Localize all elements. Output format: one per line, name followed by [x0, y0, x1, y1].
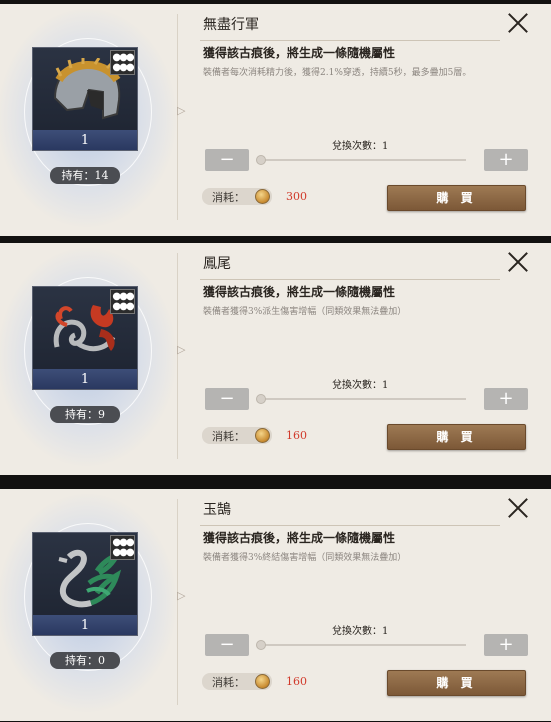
- coin-icon: [255, 428, 270, 443]
- increase-button[interactable]: +: [484, 634, 528, 656]
- owned-count-badge: 持有：0: [50, 652, 120, 669]
- item-panel: ●●● ●●● 1 持有：0 ▷ 玉鵠 獲得該古痕後，將生成一條隨機屬性 裝備者獲…: [0, 489, 551, 721]
- increase-button[interactable]: +: [484, 149, 528, 171]
- item-title: 玉鵠: [203, 502, 231, 518]
- item-level: 1: [80, 133, 90, 148]
- cost-value: 300: [286, 190, 307, 203]
- item-card[interactable]: ●●● ●●● 1: [32, 286, 138, 390]
- title-underline: [200, 40, 500, 41]
- item-card[interactable]: ●●● ●●● 1: [32, 532, 138, 636]
- coin-icon: [255, 189, 270, 204]
- expand-arrow-icon[interactable]: ▷: [177, 104, 185, 117]
- close-icon[interactable]: [507, 497, 529, 519]
- coin-icon: [255, 674, 270, 689]
- title-underline: [200, 525, 500, 526]
- buy-button[interactable]: 購 買: [387, 424, 526, 450]
- exchange-count: 兌換次數：1: [332, 626, 389, 637]
- owned-count-badge: 持有：14: [50, 167, 120, 184]
- buy-button[interactable]: 購 買: [387, 185, 526, 211]
- expand-arrow-icon[interactable]: ▷: [177, 343, 185, 356]
- expand-arrow-icon[interactable]: ▷: [177, 589, 185, 602]
- quantity-slider-track[interactable]: [258, 159, 466, 161]
- effect-heading: 獲得該古痕後，將生成一條隨機屬性: [203, 531, 396, 545]
- divider: [177, 499, 178, 705]
- cost-label: 消耗：: [212, 676, 245, 689]
- quantity-slider-track[interactable]: [258, 644, 466, 646]
- effect-heading: 獲得該古痕後，將生成一條隨機屬性: [203, 285, 396, 299]
- dots-cluster-icon: ●●● ●●●: [110, 535, 135, 560]
- item-title: 鳳尾: [203, 256, 231, 272]
- effect-description: 裝備者獲得3%派生傷害增幅（同類效果無法疊加）: [203, 307, 407, 317]
- increase-button[interactable]: +: [484, 388, 528, 410]
- effect-description: 裝備者獲得3%終結傷害增幅（同類效果無法疊加）: [203, 553, 407, 563]
- dots-cluster-icon: ●●● ●●●: [110, 289, 135, 314]
- decrease-button[interactable]: −: [205, 149, 249, 171]
- effect-description: 裝備者每次消耗精力後，獲得2.1%穿透，持續5秒，最多疊加5層。: [203, 68, 472, 78]
- quantity-slider-track[interactable]: [258, 398, 466, 400]
- cost-label: 消耗：: [212, 430, 245, 443]
- item-level: 1: [80, 372, 90, 387]
- item-card[interactable]: ●●● ●●● 1: [32, 47, 138, 151]
- item-title: 無盡行軍: [203, 17, 259, 33]
- exchange-count: 兌換次數：1: [332, 380, 389, 391]
- quantity-slider-thumb[interactable]: [256, 155, 266, 165]
- decrease-button[interactable]: −: [205, 634, 249, 656]
- quantity-slider-thumb[interactable]: [256, 394, 266, 404]
- cost-label: 消耗：: [212, 191, 245, 204]
- close-icon[interactable]: [507, 251, 529, 273]
- quantity-slider-thumb[interactable]: [256, 640, 266, 650]
- decrease-button[interactable]: −: [205, 388, 249, 410]
- cost-value: 160: [286, 675, 307, 688]
- dots-cluster-icon: ●●● ●●●: [110, 50, 135, 75]
- cost-value: 160: [286, 429, 307, 442]
- effect-heading: 獲得該古痕後，將生成一條隨機屬性: [203, 46, 396, 60]
- title-underline: [200, 279, 500, 280]
- item-panel: ●●● ●●● 1 持有：9 ▷ 鳳尾 獲得該古痕後，將生成一條隨機屬性 裝備者獲…: [0, 243, 551, 475]
- close-icon[interactable]: [507, 12, 529, 34]
- buy-button[interactable]: 購 買: [387, 670, 526, 696]
- exchange-count: 兌換次數：1: [332, 141, 389, 152]
- divider: [177, 14, 178, 220]
- item-level: 1: [80, 618, 90, 633]
- owned-count-badge: 持有：9: [50, 406, 120, 423]
- item-panel: ●●● ●●● 1 持有：14 ▷ 無盡行軍 獲得該古痕後，將生成一條隨機屬性 裝…: [0, 4, 551, 236]
- divider: [177, 253, 178, 459]
